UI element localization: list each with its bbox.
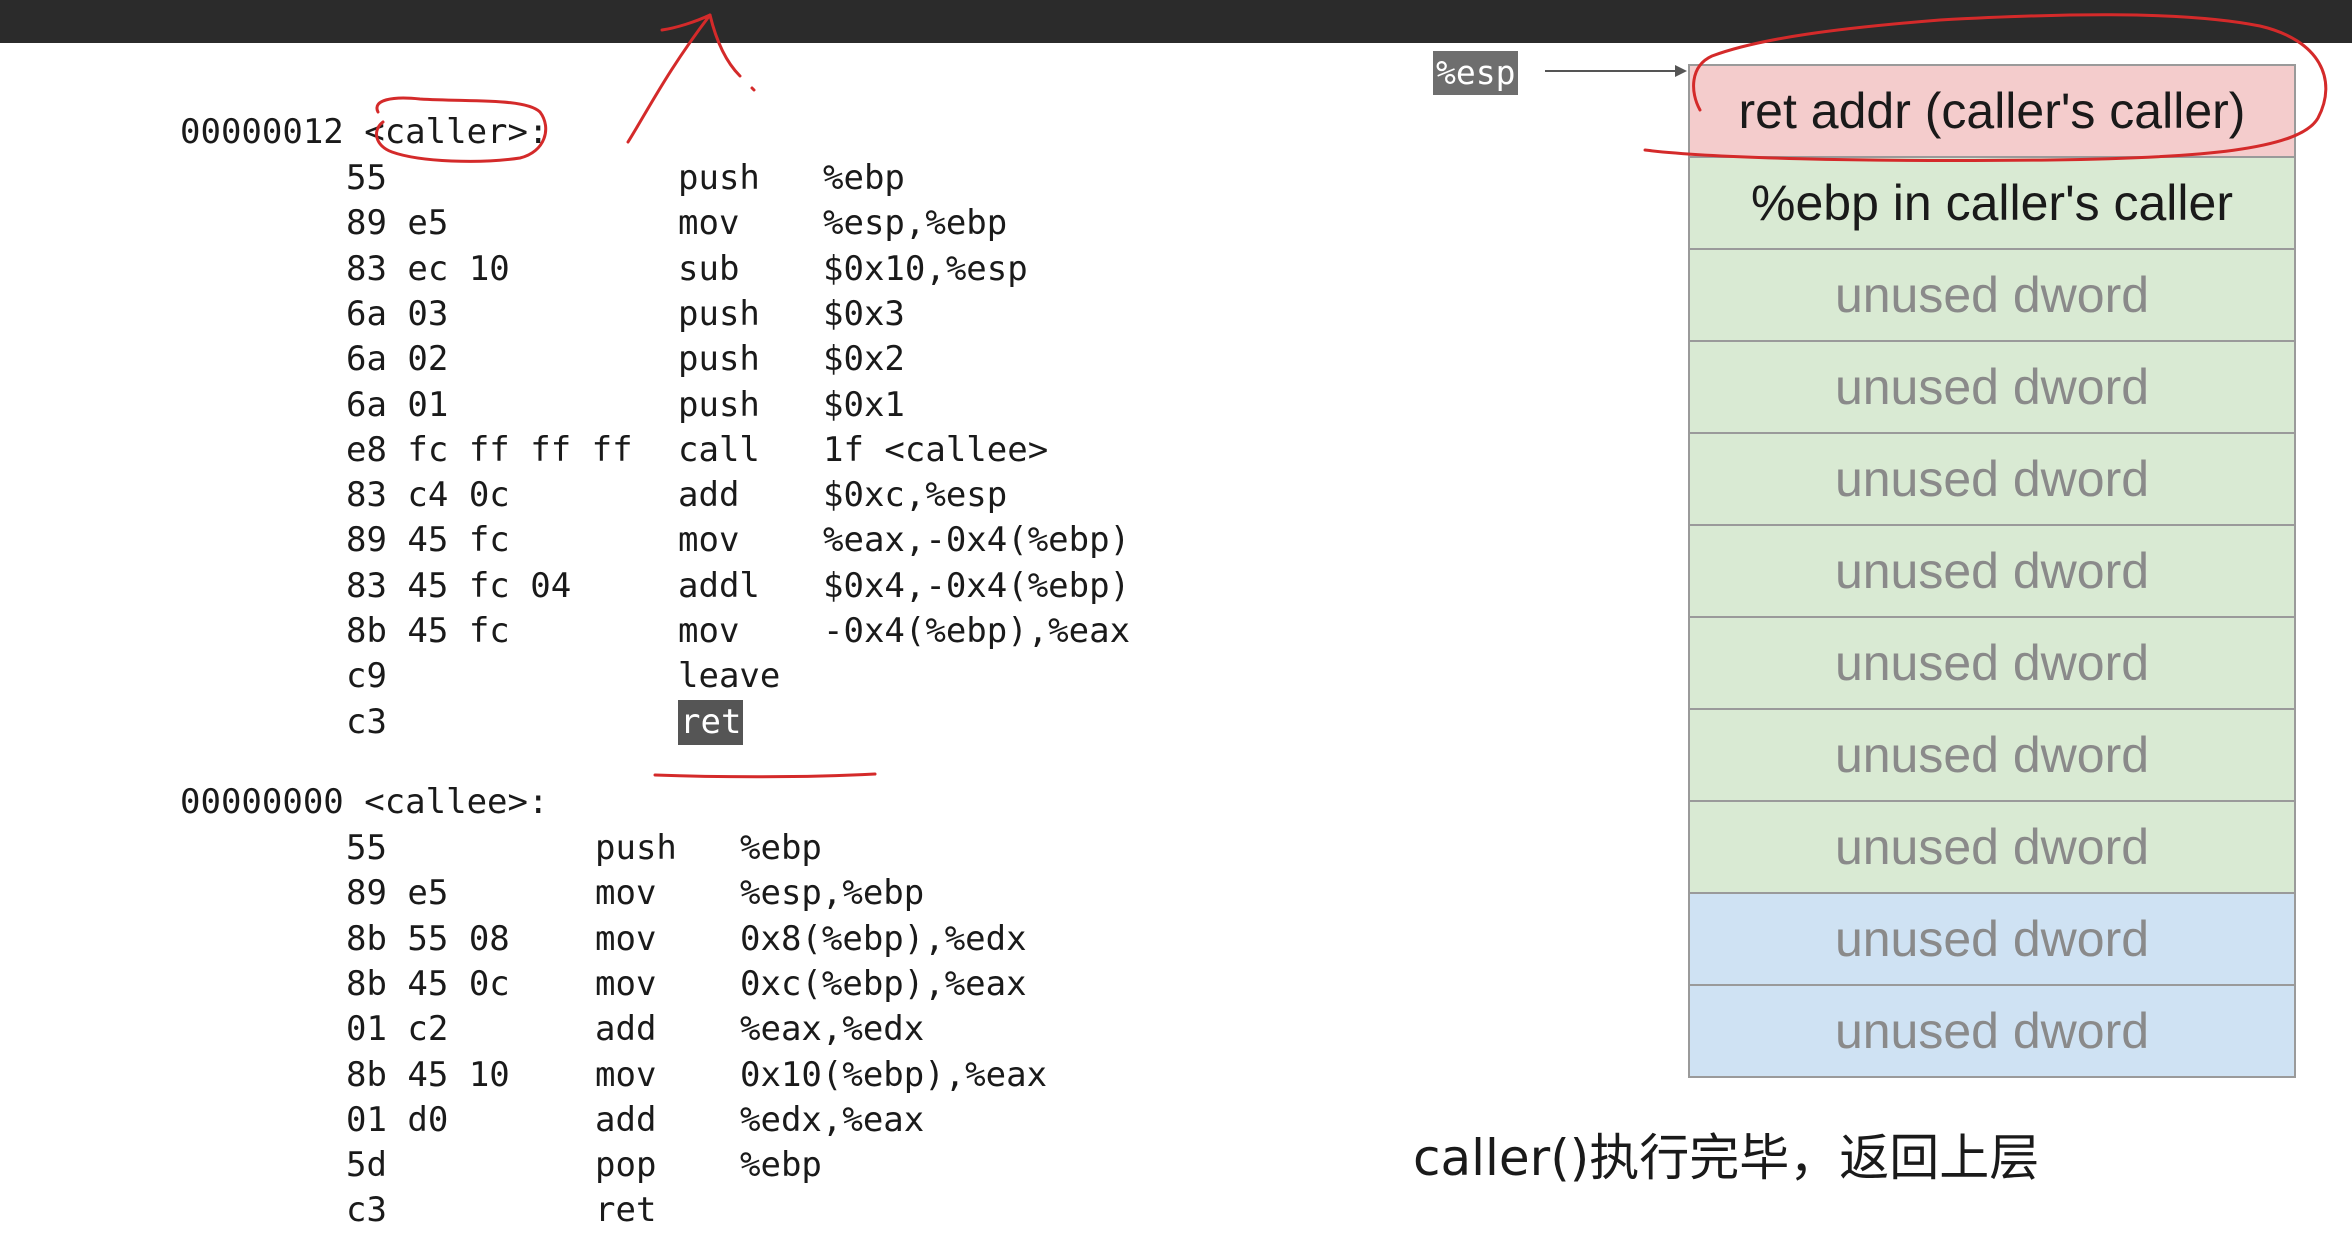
callee-bytes: 55 <box>346 828 387 868</box>
annotation-dot <box>750 86 756 92</box>
caller-bytes: 83 c4 0c <box>346 475 510 516</box>
caller-bytes: 6a 01 <box>346 384 449 425</box>
caller-args: $0xc,%esp <box>823 475 1008 516</box>
callee-op: mov <box>595 963 657 1004</box>
stack-slot-unused: unused dword <box>1688 250 2296 342</box>
callee-args: %ebp <box>740 828 822 868</box>
caller-bytes: 89 45 fc <box>346 520 510 561</box>
caller-op: call <box>678 429 760 470</box>
callee-bytes: 8b 55 08 <box>346 918 510 959</box>
stack-diagram: ret addr (caller's caller) %ebp in caller… <box>1688 64 2296 1078</box>
callee-bytes: 5d <box>346 1145 387 1186</box>
caller-bytes: 83 45 fc 04 <box>346 565 572 606</box>
callee-op: mov <box>595 873 657 914</box>
caller-op: leave <box>678 656 781 697</box>
callee-op: pop <box>595 1145 657 1186</box>
caller-bytes: 83 ec 10 <box>346 248 510 289</box>
caller-header: 00000012 <caller>: <box>180 112 549 152</box>
stack-slot-label: unused dword <box>1834 543 2150 599</box>
caller-args: $0x1 <box>823 384 905 425</box>
caller-args: %ebp <box>823 158 905 198</box>
caller-bytes: 6a 03 <box>346 293 449 334</box>
caller-args: -0x4(%ebp),%eax <box>823 611 1131 651</box>
stack-slot-ret-addr: ret addr (caller's caller) <box>1688 64 2296 158</box>
callee-args: %ebp <box>740 1145 822 1186</box>
caller-op: add <box>678 475 740 516</box>
stack-slot-unused: unused dword <box>1688 802 2296 894</box>
disassembly-listing: 00000012 <caller>: 12:55push%ebp13:89 e5… <box>0 0 1130 1230</box>
caller-args: $0x2 <box>823 339 905 380</box>
stack-slot-unused: unused dword <box>1688 434 2296 526</box>
caller-bytes: c3 <box>346 701 387 742</box>
stack-slot-label: unused dword <box>1834 1003 2150 1059</box>
stack-slot-unused: unused dword <box>1688 986 2296 1078</box>
stack-slot-label: ret addr (caller's caller) <box>1738 83 2246 139</box>
caller-bytes: 6a 02 <box>346 339 449 380</box>
callee-bytes: 01 c2 <box>346 1009 449 1050</box>
slide: 00000012 <caller>: 12:55push%ebp13:89 e5… <box>0 0 2352 1244</box>
caller-op: mov <box>678 520 740 561</box>
callee-args: 0xc(%ebp),%eax <box>740 963 1027 1004</box>
stack-slot-unused: unused dword <box>1688 710 2296 802</box>
caller-op: mov <box>678 611 740 651</box>
callee-args: %edx,%eax <box>740 1099 925 1140</box>
stack-slot-saved-ebp: %ebp in caller's caller <box>1688 158 2296 250</box>
stack-slot-label: %ebp in caller's caller <box>1751 175 2233 231</box>
top-bar <box>0 0 2352 43</box>
caller-args: $0x10,%esp <box>823 248 1028 289</box>
callee-args: 0x10(%ebp),%eax <box>740 1054 1048 1095</box>
stack-slot-unused: unused dword <box>1688 618 2296 710</box>
annotation-underline-ret <box>653 772 877 779</box>
caller-bytes: 89 e5 <box>346 203 449 244</box>
stack-slot-unused: unused dword <box>1688 342 2296 434</box>
callee-args: 0x8(%ebp),%edx <box>740 918 1027 959</box>
callee-args: %eax,%edx <box>740 1009 925 1050</box>
callee-bytes: 8b 45 10 <box>346 1054 510 1095</box>
caller-op: push <box>678 293 760 334</box>
caller-args: $0x4,-0x4(%ebp) <box>823 565 1131 606</box>
caller-op: addl <box>678 565 760 606</box>
stack-slot-label: unused dword <box>1834 359 2150 415</box>
caller-args: 1f <callee> <box>823 429 1049 470</box>
caller-op: ret <box>678 699 744 745</box>
callee-bytes: 01 d0 <box>346 1099 449 1140</box>
callee-op: ret <box>595 1190 657 1231</box>
callee-bytes: c3 <box>346 1190 387 1231</box>
caller-bytes: 55 <box>346 158 387 198</box>
caller-op: push <box>678 339 760 380</box>
callee-op: add <box>595 1009 657 1050</box>
stack-slot-label: unused dword <box>1834 911 2150 967</box>
caller-args: %esp,%ebp <box>823 203 1008 244</box>
caller-op: push <box>678 384 760 425</box>
callee-op: mov <box>595 918 657 959</box>
caller-args: $0x3 <box>823 293 905 334</box>
callee-bytes: 8b 45 0c <box>346 963 510 1004</box>
caller-bytes: 8b 45 fc <box>346 611 510 651</box>
caller-op: mov <box>678 203 740 244</box>
slide-caption: caller()执行完毕，返回上层 <box>1413 1129 2040 1187</box>
callee-header: 00000000 <callee>: <box>180 782 549 822</box>
callee-op: add <box>595 1099 657 1140</box>
stack-slot-label: unused dword <box>1834 635 2150 691</box>
callee-op: push <box>595 828 677 868</box>
esp-pointer-label: %esp <box>1433 51 1519 95</box>
stack-slot-label: unused dword <box>1834 267 2150 323</box>
stack-slot-label: unused dword <box>1834 451 2150 507</box>
caller-op: sub <box>678 248 740 289</box>
caller-op: push <box>678 158 760 198</box>
stack-slot-unused: unused dword <box>1688 894 2296 986</box>
callee-bytes: 89 e5 <box>346 873 449 914</box>
caller-bytes: e8 fc ff ff ff <box>346 429 633 470</box>
caller-bytes: c9 <box>346 656 387 697</box>
callee-op: mov <box>595 1054 657 1095</box>
callee-args: %esp,%ebp <box>740 873 925 914</box>
stack-slot-unused: unused dword <box>1688 526 2296 618</box>
stack-slot-label: unused dword <box>1834 727 2150 783</box>
stack-slot-label: unused dword <box>1834 819 2150 875</box>
caller-args: %eax,-0x4(%ebp) <box>823 520 1131 561</box>
